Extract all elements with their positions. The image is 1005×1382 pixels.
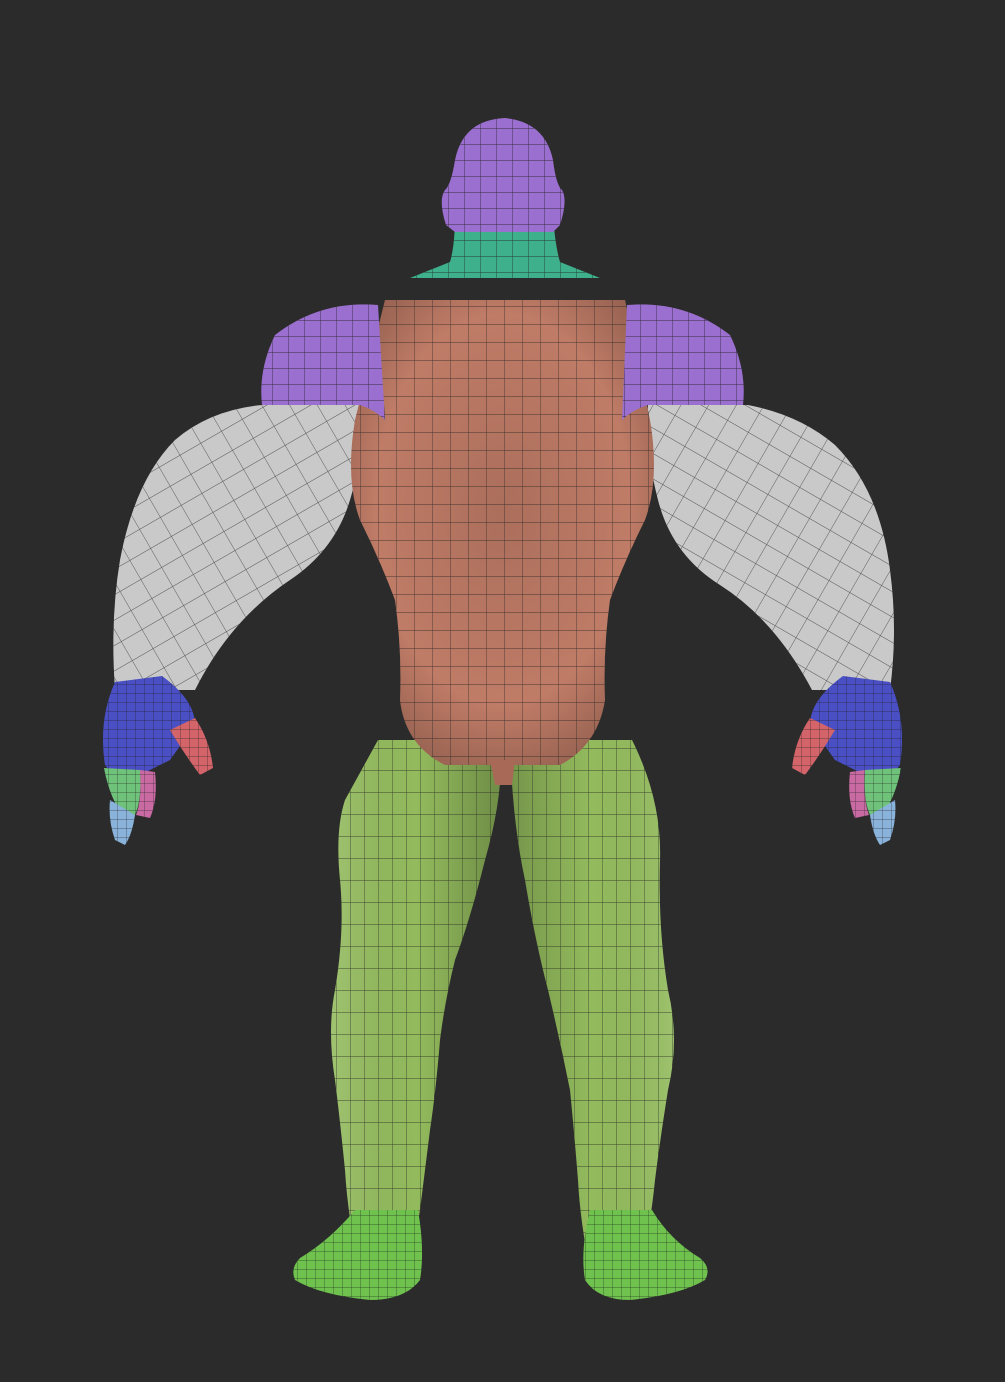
torso	[351, 300, 654, 785]
right-hand	[792, 676, 903, 845]
right-shoulder	[622, 304, 744, 420]
left-shoulder	[261, 304, 385, 420]
left-leg	[331, 740, 501, 1270]
right-leg	[510, 740, 674, 1270]
right-arm	[647, 405, 894, 690]
sculpt-model-back-view	[102, 118, 903, 1300]
right-foot	[583, 1210, 708, 1300]
3d-viewport[interactable]	[0, 0, 1005, 1382]
left-foot	[293, 1210, 423, 1300]
left-hand	[102, 676, 213, 845]
head	[441, 118, 565, 232]
left-arm	[113, 405, 362, 690]
